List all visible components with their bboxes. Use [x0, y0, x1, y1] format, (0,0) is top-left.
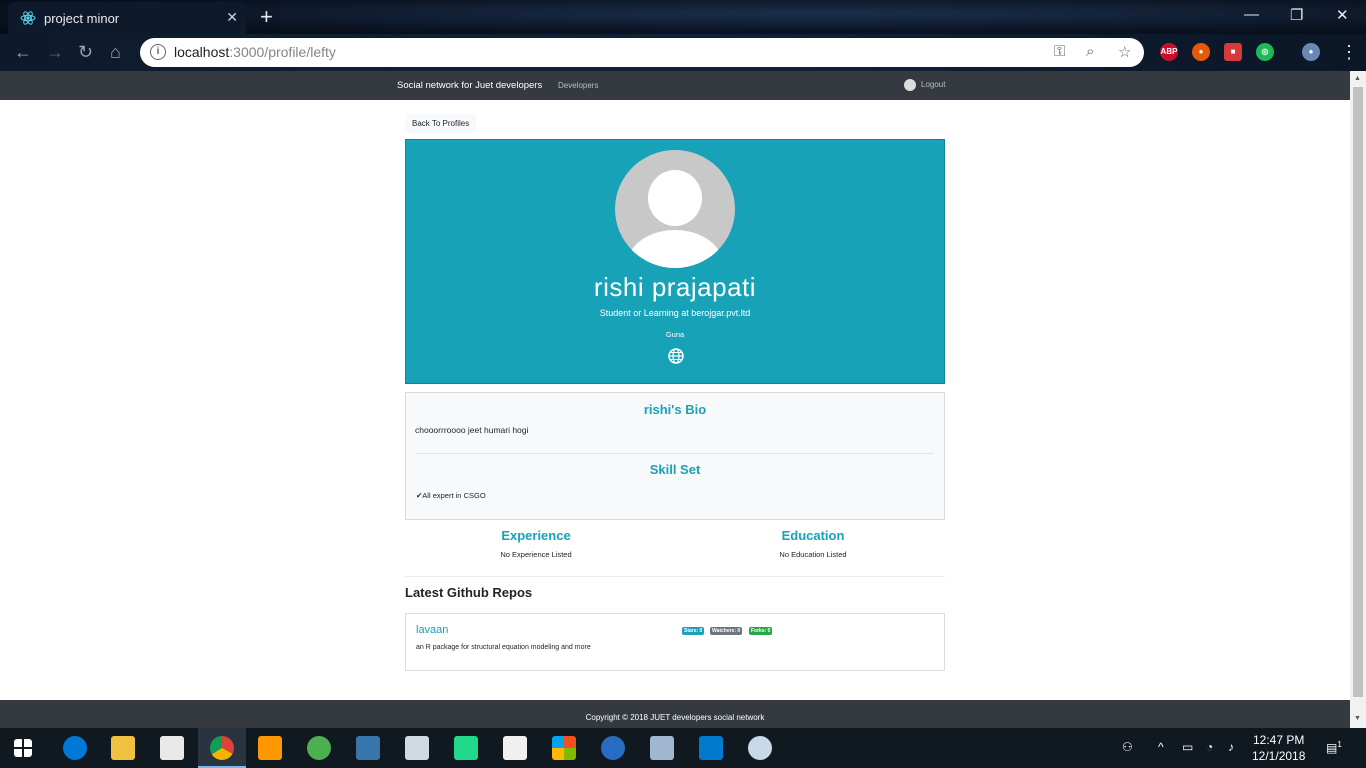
profile-header-card: rishi prajapati Student or Learning at b…: [405, 139, 945, 384]
menu-icon[interactable]: ⋮: [1340, 42, 1358, 63]
python-file-icon[interactable]: [405, 736, 429, 760]
zoom-icon[interactable]: ⌕: [1086, 43, 1094, 60]
circle-extension-icon[interactable]: ◎: [1256, 43, 1274, 61]
developers-link[interactable]: Developers: [558, 81, 598, 90]
adblock-icon[interactable]: ABP: [1160, 43, 1178, 61]
bio-card: rishi's Bio chooorrroooo jeet humari hog…: [405, 392, 945, 520]
url-text[interactable]: localhost:3000/profile/lefty: [174, 44, 336, 60]
clock-date: 12/1/2018: [1252, 749, 1306, 763]
pycharm-icon[interactable]: [454, 736, 478, 760]
bio-text: chooorrroooo jeet humari hogi: [415, 425, 529, 435]
close-tab-icon[interactable]: ✕: [226, 9, 238, 26]
reload-icon[interactable]: ↻: [78, 42, 93, 63]
store-icon[interactable]: [160, 736, 184, 760]
skill-item: ✔All expert in CSGO: [416, 491, 486, 500]
extension-icon[interactable]: ■: [1224, 43, 1242, 61]
paint-icon[interactable]: [748, 736, 772, 760]
footer: Copyright © 2018 JUET developers social …: [0, 700, 1350, 728]
browser-toolbar: ← → ↻ ⌂ i localhost:3000/profile/lefty ⚿…: [0, 34, 1366, 71]
utorrent-icon[interactable]: [307, 736, 331, 760]
react-icon: [20, 11, 36, 25]
minimize-icon[interactable]: —: [1244, 6, 1259, 23]
sublime-icon[interactable]: [258, 736, 282, 760]
repos-heading: Latest Github Repos: [405, 585, 533, 600]
stars-badge: Stars: 0: [682, 627, 705, 635]
divider: [405, 576, 945, 577]
profile-status: Student or Learning at berojgar.pvt.ltd: [599, 308, 751, 318]
profile-avatar: [615, 150, 735, 268]
colorful-app-icon[interactable]: [552, 736, 576, 760]
repo-name-link[interactable]: lavaan: [416, 624, 448, 636]
logout-link[interactable]: Logout: [904, 79, 945, 91]
skill-label: All expert in CSGO: [422, 491, 486, 500]
profile-name: rishi prajapati: [593, 272, 757, 302]
back-arrow-icon[interactable]: ←: [14, 42, 32, 63]
back-to-profiles-button[interactable]: Back To Profiles: [405, 114, 477, 133]
experience-heading: Experience: [501, 528, 571, 543]
mail-icon[interactable]: [503, 736, 527, 760]
profile-page: Back To Profiles rishi prajapati Student…: [0, 100, 1350, 700]
repo-card: lavaan an R package for structural equat…: [405, 613, 945, 671]
brand-link[interactable]: Social network for Juet developers: [397, 80, 542, 91]
battery-icon[interactable]: ▭: [1182, 740, 1193, 754]
star-icon[interactable]: ☆: [1118, 43, 1131, 61]
browser-tab[interactable]: project minor ✕: [8, 2, 246, 34]
scrollbar-thumb[interactable]: [1353, 87, 1363, 697]
chevron-up-icon[interactable]: ^: [1158, 740, 1164, 754]
scroll-down-icon[interactable]: ▼: [1354, 715, 1361, 722]
copyright-text: Copyright © 2018 JUET developers social …: [585, 713, 765, 722]
globe-icon[interactable]: [668, 348, 684, 364]
image-viewer-icon[interactable]: [650, 736, 674, 760]
people-icon[interactable]: ⚇: [1122, 740, 1133, 754]
chrome-icon[interactable]: [210, 736, 234, 760]
divider: [416, 453, 934, 454]
windows-start-icon[interactable]: [14, 739, 32, 757]
volume-icon[interactable]: ♪: [1228, 740, 1234, 754]
skills-heading: Skill Set: [649, 462, 701, 477]
forward-arrow-icon[interactable]: →: [46, 42, 64, 63]
bio-heading: rishi's Bio: [643, 402, 707, 417]
vscode-icon[interactable]: [699, 736, 723, 760]
experience-empty: No Experience Listed: [500, 550, 572, 559]
tab-title: project minor: [44, 11, 120, 26]
python-icon[interactable]: [356, 736, 380, 760]
close-window-icon[interactable]: ✕: [1336, 6, 1349, 24]
edge-icon[interactable]: [63, 736, 87, 760]
key-icon[interactable]: ⚿: [1054, 43, 1065, 60]
windows-taskbar: ⚇ ^ ▭ ◔ ♪ 12:47 PM 12/1/2018 ▤1: [0, 728, 1366, 768]
scroll-up-icon[interactable]: ▲: [1354, 75, 1361, 82]
clock-time: 12:47 PM: [1253, 733, 1305, 747]
file-explorer-icon[interactable]: [111, 736, 135, 760]
home-icon[interactable]: ⌂: [110, 42, 121, 63]
watchers-badge: Watchers: 0: [710, 627, 743, 635]
wifi-icon[interactable]: ◔: [1206, 740, 1213, 754]
notification-icon[interactable]: ▤1: [1326, 740, 1342, 755]
user-avatar-icon: [904, 79, 916, 91]
fire-extension-icon[interactable]: ●: [1192, 43, 1210, 61]
new-tab-button[interactable]: +: [260, 4, 273, 30]
education-heading: Education: [781, 528, 845, 543]
restore-icon[interactable]: ❐: [1290, 6, 1303, 24]
forks-badge: Forks: 0: [749, 627, 773, 635]
clock[interactable]: 12:47 PM 12/1/2018: [1252, 732, 1305, 764]
address-bar[interactable]: i localhost:3000/profile/lefty ⚿ ⌕ ☆: [140, 38, 1144, 67]
app-navbar: Social network for Juet developers Devel…: [0, 71, 1350, 100]
profile-location: Guna: [665, 330, 685, 339]
page-scrollbar[interactable]: ▲ ▼: [1350, 71, 1366, 728]
profile-avatar-icon[interactable]: ●: [1302, 43, 1320, 61]
education-empty: No Education Listed: [779, 550, 847, 559]
repo-description: an R package for structural equation mod…: [416, 644, 591, 651]
logout-label: Logout: [921, 80, 946, 90]
info-icon[interactable]: i: [150, 44, 166, 60]
r-icon[interactable]: [601, 736, 625, 760]
notification-count: 1: [1337, 740, 1342, 749]
browser-titlebar: project minor ✕ + — ❐ ✕: [0, 0, 1366, 34]
